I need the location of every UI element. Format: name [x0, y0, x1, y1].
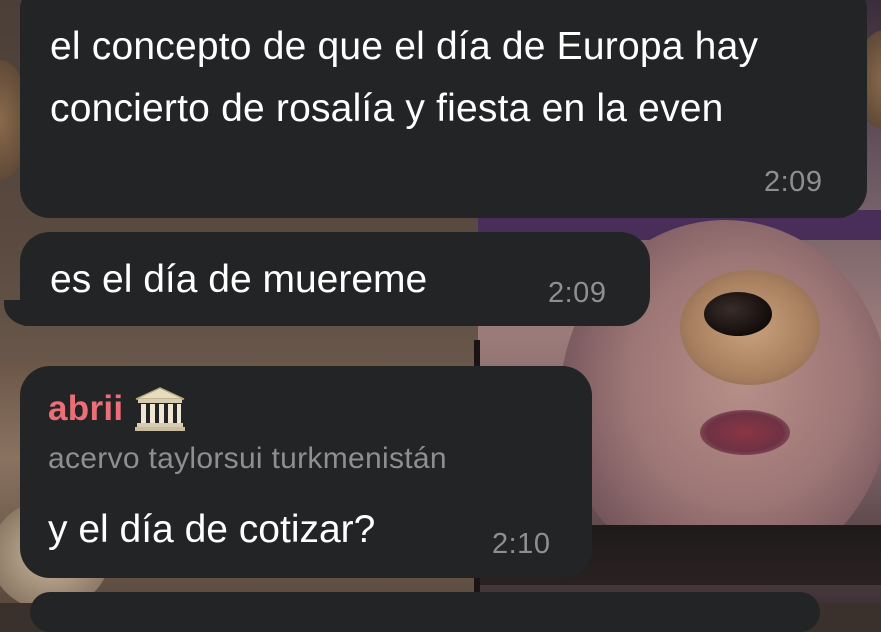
message-bubble-3[interactable]: abrii acervo taylorsui turkmenistán y el…: [20, 366, 592, 578]
message-bubble-2[interactable]: es el día de muereme 2:09: [20, 232, 650, 326]
message-timestamp: 2:09: [764, 166, 823, 198]
message-timestamp: 2:09: [548, 277, 607, 309]
message-bubble-partial[interactable]: [30, 592, 820, 632]
sender-header[interactable]: abrii: [48, 386, 187, 432]
message-bubble-1[interactable]: el concepto de que el día de Europa hay …: [20, 0, 867, 218]
sender-name[interactable]: abrii: [48, 389, 123, 429]
message-timestamp: 2:10: [492, 528, 551, 560]
sender-subtitle: acervo taylorsui turkmenistán: [48, 442, 447, 475]
message-text: el concepto de que el día de Europa hay …: [50, 25, 759, 130]
classical-building-icon: [135, 387, 186, 431]
message-text: es el día de muereme: [50, 258, 428, 301]
message-text: y el día de cotizar?: [48, 508, 376, 551]
